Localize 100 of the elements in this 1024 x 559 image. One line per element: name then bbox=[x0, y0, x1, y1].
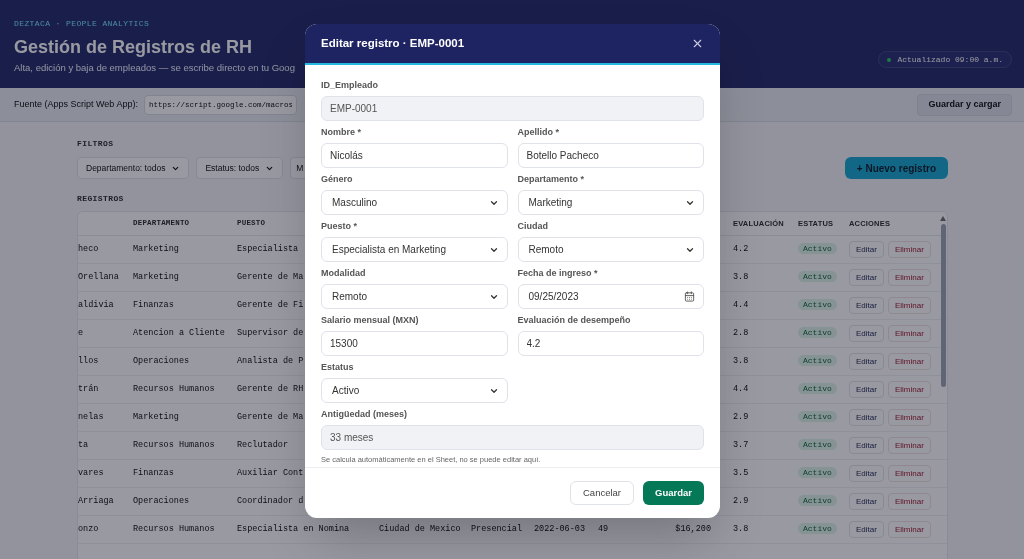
delete-button[interactable]: Eliminar bbox=[887, 353, 931, 370]
table-cell: aldivia bbox=[78, 300, 114, 311]
table-cell: Marketing bbox=[133, 244, 179, 255]
edit-button[interactable]: Editar bbox=[849, 325, 884, 342]
select-field[interactable]: Remoto bbox=[517, 237, 704, 262]
status-badge: Activo bbox=[798, 495, 837, 507]
section-title: FILTROS bbox=[77, 138, 114, 150]
select-field[interactable]: Remoto bbox=[321, 284, 508, 309]
status-badge: Activo bbox=[798, 467, 837, 479]
table-cell: Auxiliar Cont bbox=[237, 468, 304, 479]
table-cell: Marketing bbox=[133, 412, 179, 423]
text-field[interactable]: 15300 bbox=[321, 331, 508, 356]
field-label: Fecha de ingreso * bbox=[517, 267, 599, 279]
delete-button[interactable]: Eliminar bbox=[887, 409, 931, 426]
filter-select[interactable]: Departamento: todos bbox=[77, 157, 190, 179]
readonly-field[interactable]: EMP-0001 bbox=[321, 96, 704, 121]
field-label: Nombre * bbox=[321, 126, 362, 138]
table-cell: Gerente de Ma bbox=[237, 272, 304, 283]
table-cell: Coordinador d bbox=[237, 496, 304, 507]
select-field[interactable]: Especialista en Marketing bbox=[321, 237, 508, 262]
delete-button[interactable]: Eliminar bbox=[887, 521, 931, 538]
delete-button[interactable]: Eliminar bbox=[887, 493, 931, 510]
edit-button[interactable]: Editar bbox=[849, 521, 884, 538]
table-cell: Presencial bbox=[471, 524, 522, 535]
status-badge: Activo bbox=[798, 439, 837, 451]
delete-button[interactable]: Eliminar bbox=[887, 465, 931, 482]
dialog-title: Editar registro · EMP-0001 bbox=[321, 35, 465, 51]
readonly-field[interactable]: 33 meses bbox=[321, 425, 704, 450]
delete-button[interactable]: Eliminar bbox=[887, 241, 931, 258]
cancel-button[interactable]: Cancelar bbox=[570, 481, 635, 505]
table-cell-text: 3.8 bbox=[733, 523, 750, 536]
table-cell: ta bbox=[78, 440, 89, 451]
table-cell: nelas bbox=[78, 412, 104, 423]
table-cell: Especialista bbox=[237, 244, 299, 255]
field-label: Ciudad bbox=[517, 220, 549, 232]
table-cell: $16,200 bbox=[675, 524, 711, 535]
edit-button[interactable]: Editar bbox=[849, 269, 884, 286]
table-cell: Recursos Humanos bbox=[133, 524, 215, 535]
status-badge: Activo bbox=[798, 355, 837, 367]
delete-button[interactable]: Eliminar bbox=[887, 437, 931, 454]
field-label: Puesto * bbox=[321, 220, 358, 232]
edit-button[interactable]: Editar bbox=[849, 437, 884, 454]
select-field[interactable]: Activo bbox=[321, 378, 508, 403]
table-cell-text: 3.5 bbox=[733, 467, 750, 480]
field-label: Departamento * bbox=[517, 173, 585, 185]
text-field[interactable]: Nicolás bbox=[321, 143, 508, 168]
edit-button[interactable]: Editar bbox=[849, 353, 884, 370]
field-label: Estatus bbox=[321, 361, 355, 373]
save-button[interactable]: Guardar bbox=[643, 481, 704, 505]
table-cell: 49 bbox=[598, 524, 609, 535]
table-cell: Operaciones bbox=[133, 496, 190, 507]
edit-button[interactable]: Editar bbox=[849, 465, 884, 482]
table-cell-text: 2.8 bbox=[733, 327, 750, 340]
table-cell: heco bbox=[78, 244, 99, 255]
date-field[interactable]: 09/25/2023 bbox=[517, 284, 704, 309]
table-cell: Recursos Humanos bbox=[133, 440, 215, 451]
table-cell: Especialista en Nomina bbox=[237, 524, 350, 535]
calendar-icon bbox=[684, 291, 695, 302]
select-field[interactable]: Marketing bbox=[517, 190, 704, 215]
table-cell-text: 4.4 bbox=[733, 383, 750, 396]
edit-button[interactable]: Editar bbox=[849, 297, 884, 314]
table-cell: onzo bbox=[78, 524, 99, 535]
edit-button[interactable]: Editar bbox=[849, 381, 884, 398]
status-badge: Activo bbox=[798, 243, 837, 255]
table-cell-text: 2.9 bbox=[733, 411, 750, 424]
close-button[interactable] bbox=[691, 37, 704, 50]
status-badge: Activo bbox=[798, 383, 837, 395]
table-cell: Orellana bbox=[78, 272, 119, 283]
table-cell: Finanzas bbox=[133, 300, 174, 311]
table-cell-text: 3.7 bbox=[733, 439, 750, 452]
text-field[interactable]: Botello Pacheco bbox=[517, 143, 704, 168]
table-cell: Analista de P bbox=[237, 356, 304, 367]
delete-button[interactable]: Eliminar bbox=[887, 381, 931, 398]
text-field[interactable]: 4.2 bbox=[517, 331, 704, 356]
filter-select[interactable]: Estatus: todos bbox=[196, 157, 284, 179]
delete-button[interactable]: Eliminar bbox=[887, 325, 931, 342]
table-cell: Ciudad de Mexico bbox=[379, 524, 461, 535]
field-label: Evaluación de desempeño bbox=[517, 314, 632, 326]
scroll-up-arrow-icon[interactable] bbox=[940, 216, 946, 221]
section-title: REGISTROS bbox=[77, 193, 124, 205]
edit-button[interactable]: Editar bbox=[849, 241, 884, 258]
delete-button[interactable]: Eliminar bbox=[887, 297, 931, 314]
status-badge: Activo bbox=[798, 327, 837, 339]
table-cell: Gerente de RH bbox=[237, 384, 304, 395]
table-cell: Finanzas bbox=[133, 468, 174, 479]
field-label: Salario mensual (MXN) bbox=[321, 314, 420, 326]
table-cell: Atencion a Cliente bbox=[133, 328, 225, 339]
field-label: Apellido * bbox=[517, 126, 560, 138]
page-title: Gestión de Registros de RH bbox=[14, 36, 253, 58]
save-load-button[interactable]: Guardar y cargar bbox=[917, 93, 1012, 116]
table-cell: Reclutador bbox=[237, 440, 288, 451]
edit-button[interactable]: Editar bbox=[849, 493, 884, 510]
delete-button[interactable]: Eliminar bbox=[887, 269, 931, 286]
table-cell: 2022-06-03 bbox=[534, 524, 585, 535]
edit-button[interactable]: Editar bbox=[849, 409, 884, 426]
table-cell: Arriaga bbox=[78, 496, 114, 507]
table-cell-text: 3.8 bbox=[733, 271, 750, 284]
field-label: Modalidad bbox=[321, 267, 367, 279]
table-cell: Operaciones bbox=[133, 356, 190, 367]
select-field[interactable]: Masculino bbox=[321, 190, 508, 215]
